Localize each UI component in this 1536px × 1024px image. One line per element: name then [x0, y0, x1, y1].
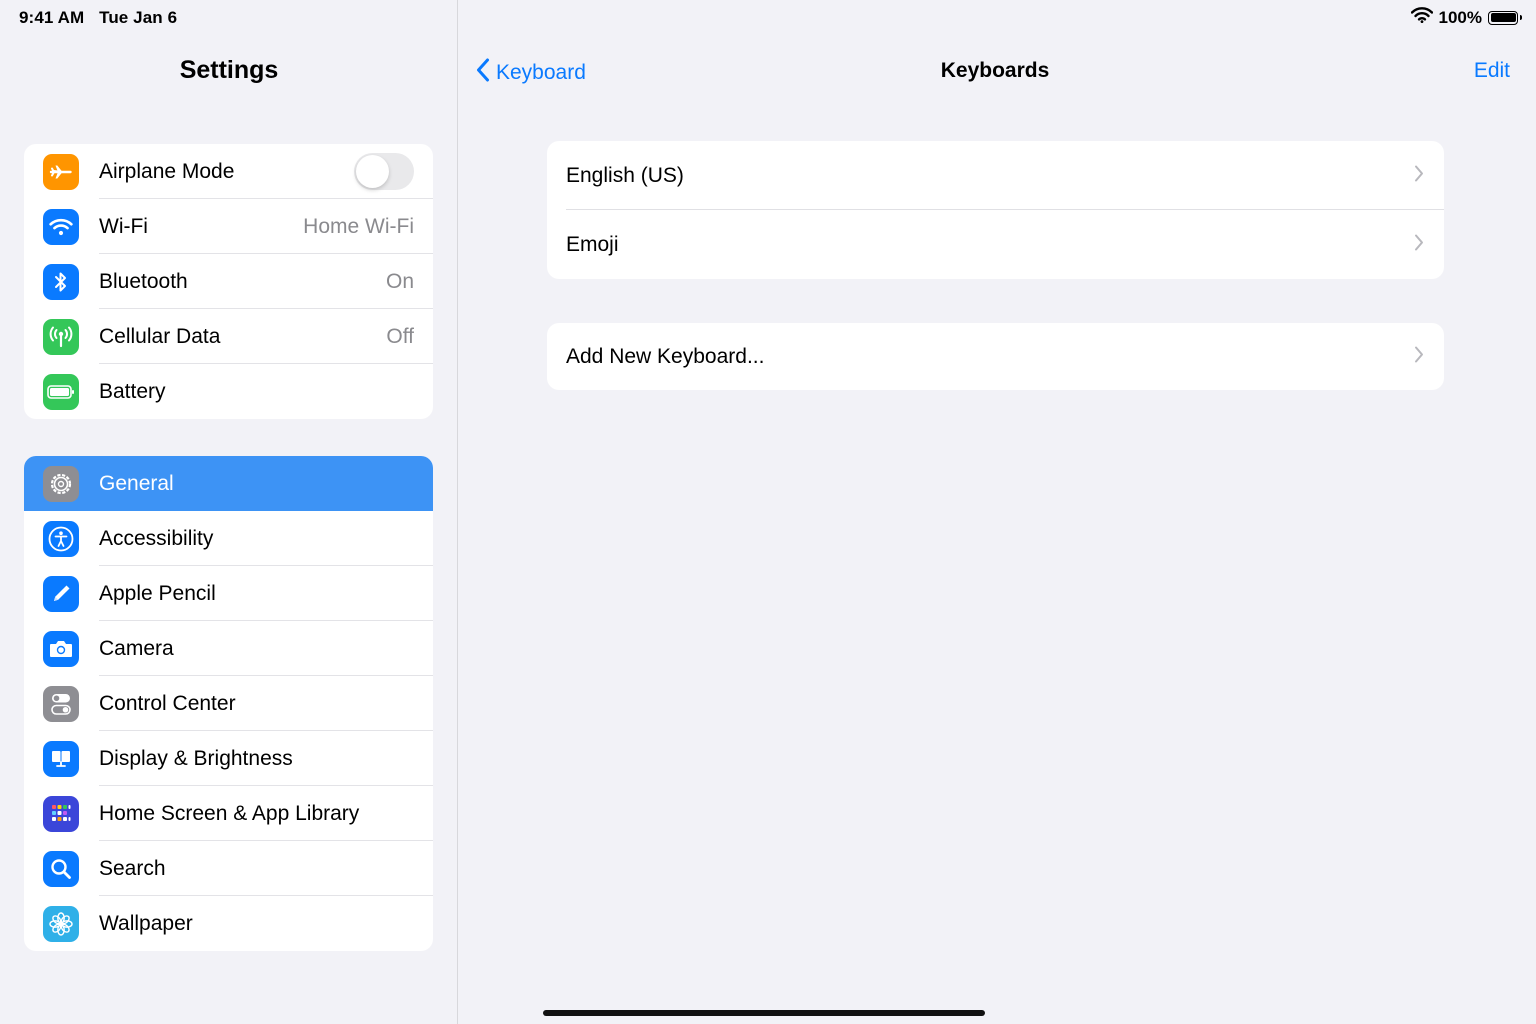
page-title: Keyboards — [940, 59, 1050, 82]
flower-icon — [43, 905, 79, 942]
cellular-data-value: Off — [386, 324, 414, 348]
add-new-keyboard-row[interactable]: Add New Keyboard... — [547, 323, 1444, 390]
battery-percent: 100% — [1438, 7, 1482, 27]
keyboard-label: English (US) — [566, 163, 684, 187]
sidebar-item-control-center[interactable]: Control Center — [24, 676, 433, 731]
sidebar-item-label: Battery — [99, 379, 166, 403]
battery-icon — [43, 373, 79, 410]
sidebar-item-bluetooth[interactable]: Bluetooth On — [24, 254, 433, 309]
sidebar-item-camera[interactable]: Camera — [24, 621, 433, 676]
wifi-icon — [1410, 7, 1433, 28]
keyboard-row-emoji[interactable]: Emoji — [547, 210, 1444, 279]
settings-sidebar: Settings Airplane Mode Wi-Fi Home Wi-Fi … — [0, 0, 458, 1024]
switches-icon — [43, 685, 79, 722]
pencil-icon — [43, 575, 79, 612]
add-keyboard-group: Add New Keyboard... — [547, 323, 1444, 390]
bluetooth-icon — [43, 263, 79, 300]
sidebar-item-accessibility[interactable]: Accessibility — [24, 511, 433, 566]
sidebar-item-label: Bluetooth — [99, 269, 188, 293]
keyboard-label: Emoji — [566, 232, 619, 256]
sidebar-item-cellular-data[interactable]: Cellular Data Off — [24, 309, 433, 364]
sidebar-title: Settings — [179, 56, 279, 84]
accessibility-icon — [43, 520, 79, 557]
chevron-right-icon — [1414, 164, 1424, 187]
sidebar-item-label: Wi-Fi — [99, 214, 148, 238]
keyboard-row-english-us[interactable]: English (US) — [547, 141, 1444, 210]
antenna-icon — [43, 318, 79, 355]
sidebar-item-label: General — [99, 471, 174, 495]
status-bar-right: 100% — [1410, 7, 1522, 28]
sidebar-item-label: Camera — [99, 636, 174, 660]
sidebar-item-label: Home Screen & App Library — [99, 801, 360, 825]
display-icon — [43, 740, 79, 777]
add-keyboard-label: Add New Keyboard... — [566, 344, 765, 368]
sidebar-item-label: Apple Pencil — [99, 581, 216, 605]
sidebar-item-label: Search — [99, 856, 166, 880]
sidebar-item-airplane-mode[interactable]: Airplane Mode — [24, 144, 433, 199]
airplane-mode-toggle[interactable] — [354, 153, 414, 190]
chevron-right-icon — [1414, 233, 1424, 256]
airplane-icon — [43, 153, 79, 190]
chevron-left-icon — [476, 58, 490, 88]
system-group: General Accessibility Apple Pencil Camer… — [24, 456, 433, 951]
search-icon — [43, 850, 79, 887]
gear-icon — [43, 465, 79, 502]
sidebar-item-display-brightness[interactable]: Display & Brightness — [24, 731, 433, 786]
home-indicator[interactable] — [543, 1010, 985, 1016]
sidebar-item-search[interactable]: Search — [24, 841, 433, 896]
back-button-label: Keyboard — [496, 61, 586, 84]
sidebar-item-label: Accessibility — [99, 526, 214, 550]
app-grid-icon — [43, 795, 79, 832]
sidebar-item-wifi[interactable]: Wi-Fi Home Wi-Fi — [24, 199, 433, 254]
wifi-network-value: Home Wi-Fi — [303, 214, 414, 238]
ipad-screen: 9:41 AM Tue Jan 6 100% Settings Airplane… — [0, 0, 1536, 1024]
camera-icon — [43, 630, 79, 667]
connectivity-group: Airplane Mode Wi-Fi Home Wi-Fi Bluetooth… — [24, 144, 433, 419]
bluetooth-status-value: On — [385, 269, 414, 293]
sidebar-item-label: Control Center — [99, 691, 236, 715]
battery-icon — [1488, 10, 1522, 25]
sidebar-item-apple-pencil[interactable]: Apple Pencil — [24, 566, 433, 621]
edit-button[interactable]: Edit — [1474, 59, 1510, 83]
keyboards-list: English (US) Emoji — [547, 141, 1444, 279]
wifi-icon — [43, 208, 79, 245]
sidebar-item-home-screen[interactable]: Home Screen & App Library — [24, 786, 433, 841]
chevron-right-icon — [1414, 345, 1424, 368]
sidebar-item-wallpaper[interactable]: Wallpaper — [24, 896, 433, 951]
sidebar-item-label: Airplane Mode — [99, 159, 235, 183]
sidebar-item-general[interactable]: General — [24, 456, 433, 511]
sidebar-item-battery[interactable]: Battery — [24, 364, 433, 419]
sidebar-item-label: Cellular Data — [99, 324, 221, 348]
sidebar-item-label: Display & Brightness — [99, 746, 293, 770]
sidebar-item-label: Wallpaper — [99, 911, 193, 935]
back-button[interactable]: Keyboard — [476, 58, 586, 88]
